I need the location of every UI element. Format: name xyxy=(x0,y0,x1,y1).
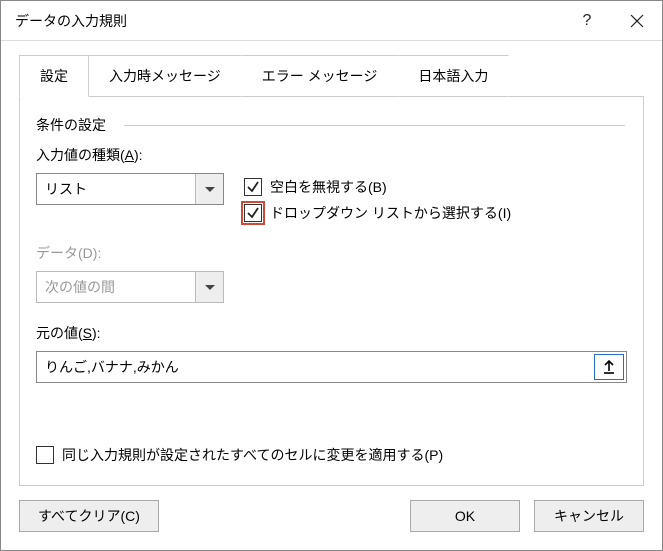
tab-strip: 設定 入力時メッセージ エラー メッセージ 日本語入力 xyxy=(19,55,644,97)
window-title: データの入力規則 xyxy=(15,11,562,31)
data-select-toggle xyxy=(195,272,223,302)
tab-error-alert[interactable]: エラー メッセージ xyxy=(241,55,399,97)
check-icon xyxy=(246,180,260,194)
apply-all-label: 同じ入力規則が設定されたすべてのセルに変更を適用する(P) xyxy=(62,445,443,465)
range-picker-icon xyxy=(602,359,616,375)
range-picker-button[interactable] xyxy=(594,354,624,380)
check-icon xyxy=(246,206,260,220)
data-select: 次の値の間 xyxy=(36,271,224,303)
checkbox-box xyxy=(244,178,262,196)
dialog-window: データの入力規則 ? 設定 入力時メッセージ エラー メッセージ 日本語入力 条… xyxy=(0,0,663,551)
ignore-blank-label: 空白を無視する(B) xyxy=(270,177,387,197)
dialog-footer: すべてクリア(C) OK キャンセル xyxy=(19,486,644,532)
data-label: データ(D): xyxy=(36,243,627,263)
allow-label: 入力値の種類(A): xyxy=(36,145,244,165)
apply-all-checkbox[interactable]: 同じ入力規則が設定されたすべてのセルに変更を適用する(P) xyxy=(36,445,443,465)
dialog-content: 設定 入力時メッセージ エラー メッセージ 日本語入力 条件の設定 入力値の種類… xyxy=(1,41,662,550)
cancel-button[interactable]: キャンセル xyxy=(534,500,644,532)
in-cell-dropdown-checkbox[interactable]: ドロップダウン リストから選択する(I) xyxy=(244,203,511,223)
help-button[interactable]: ? xyxy=(562,1,612,41)
in-cell-dropdown-label: ドロップダウン リストから選択する(I) xyxy=(270,203,511,223)
ok-button[interactable]: OK xyxy=(410,500,520,532)
checkbox-box xyxy=(36,446,54,464)
tab-ime-mode[interactable]: 日本語入力 xyxy=(397,55,509,97)
tab-settings[interactable]: 設定 xyxy=(19,55,89,97)
tab-body: 条件の設定 入力値の種類(A): リスト xyxy=(19,97,644,486)
checkbox-box xyxy=(244,204,262,222)
close-icon xyxy=(630,14,644,28)
tab-input-message[interactable]: 入力時メッセージ xyxy=(88,55,242,97)
close-button[interactable] xyxy=(612,1,662,41)
source-input-wrap xyxy=(36,351,627,383)
source-input[interactable] xyxy=(37,352,592,382)
titlebar: データの入力規則 ? xyxy=(1,1,662,41)
allow-select-toggle[interactable] xyxy=(195,174,223,204)
fieldset-legend: 条件の設定 xyxy=(36,115,627,135)
clear-all-button[interactable]: すべてクリア(C) xyxy=(19,500,159,532)
source-label: 元の値(S): xyxy=(36,323,627,343)
chevron-down-icon xyxy=(205,285,215,290)
ignore-blank-checkbox[interactable]: 空白を無視する(B) xyxy=(244,177,511,197)
allow-select[interactable]: リスト xyxy=(36,173,224,205)
chevron-down-icon xyxy=(205,187,215,192)
